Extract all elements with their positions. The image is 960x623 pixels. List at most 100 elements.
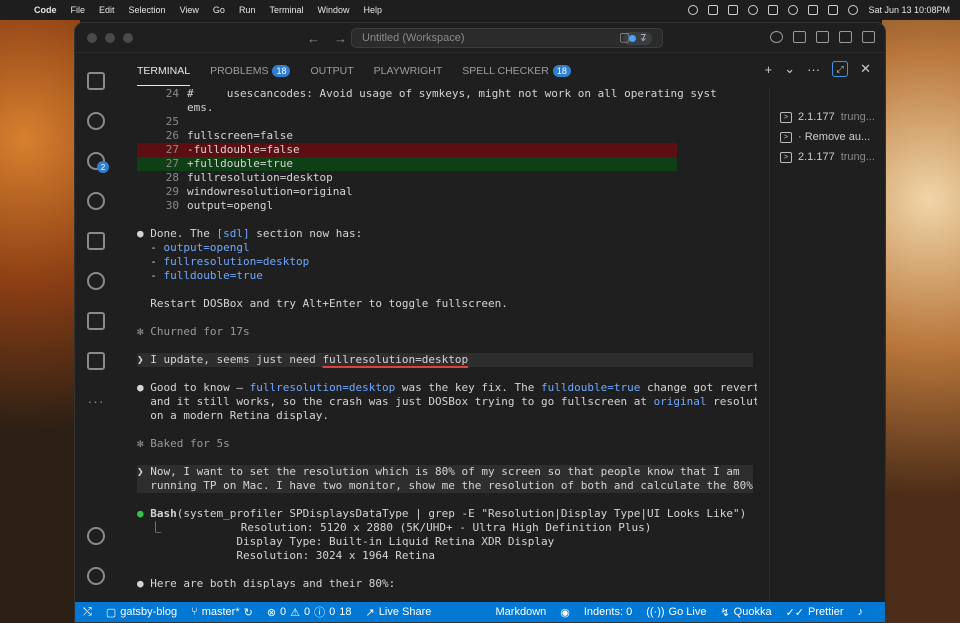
status-go-live[interactable]: ((·)) Go Live	[646, 606, 706, 618]
message-text: Restart DOSBox and try Alt+Enter to togg…	[137, 297, 508, 310]
remote-explorer-button[interactable]	[75, 221, 117, 261]
play-icon[interactable]	[788, 5, 799, 15]
menu-go[interactable]: Go	[213, 5, 225, 15]
chevron-down-icon[interactable]: ⌄	[638, 30, 648, 44]
menu-help[interactable]: Help	[363, 5, 382, 15]
terminal-subtitle: trung...	[840, 111, 875, 123]
menu-edit[interactable]: Edit	[99, 5, 115, 15]
toggle-layout-icon[interactable]	[793, 31, 806, 43]
highlight-text: fullresolution=desktop	[163, 255, 310, 268]
run-debug-button[interactable]	[75, 341, 117, 381]
github-button[interactable]	[75, 181, 117, 221]
sync-icon: ↻	[243, 606, 253, 619]
menu-file[interactable]: File	[71, 5, 86, 15]
account-pie-icon[interactable]	[770, 31, 783, 43]
tab-terminal[interactable]: TERMINAL	[137, 55, 191, 86]
status-folder[interactable]: ▢ gatsby-blog	[106, 606, 177, 619]
terminal-icon: >	[780, 131, 792, 143]
terminal-output[interactable]: 24 # usescancodes: Avoid usage of symkeys…	[137, 87, 757, 602]
extensions-button[interactable]	[75, 301, 117, 341]
status-quokka[interactable]: ↯ Quokka	[720, 606, 771, 619]
battery-icon[interactable]	[828, 5, 839, 15]
remote-indicator-icon[interactable]: ⤭	[83, 606, 92, 619]
status-problems[interactable]: ⊗ 0 ⚠ 0 ⓘ 0 18	[267, 604, 352, 620]
close-panel-icon[interactable]: ✕	[860, 61, 871, 77]
terminal-instance[interactable]: > 2.1.177 trung...	[770, 107, 885, 127]
bluetooth-icon[interactable]	[808, 5, 819, 15]
command-center-search[interactable]: Untitled (Workspace) 7	[351, 28, 663, 48]
accounts-button[interactable]	[75, 516, 117, 556]
menu-terminal[interactable]: Terminal	[269, 5, 303, 15]
more-actions-icon[interactable]: ···	[807, 62, 820, 77]
quokka-icon: ↯	[720, 606, 730, 619]
spell-checker-badge: 18	[552, 65, 571, 77]
new-terminal-icon[interactable]: +	[765, 62, 773, 77]
diff-deleted-line: 27 -fulldouble=false	[137, 143, 677, 157]
git-graph-button[interactable]	[75, 261, 117, 301]
line-number: 27	[165, 143, 179, 156]
terminal-instance[interactable]: > · Remove au...	[770, 127, 885, 147]
menubar-clock[interactable]: Sat Jun 13 10:08PM	[868, 5, 950, 15]
terminal-subtitle: trung...	[840, 151, 875, 163]
source-control-button[interactable]: 2	[75, 141, 117, 181]
status-prettier[interactable]: ✓✓ Prettier	[786, 606, 844, 619]
toggle-panel-icon[interactable]	[839, 31, 852, 43]
code-line: ems.	[187, 101, 214, 114]
line-number: 24	[165, 87, 179, 100]
status-copilot[interactable]: ◉	[560, 606, 570, 619]
search-button[interactable]	[75, 101, 117, 141]
menu-view[interactable]: View	[180, 5, 199, 15]
terminal-instance[interactable]: > 2.1.177 trung...	[770, 147, 885, 167]
notifications-bell[interactable]: ♪	[858, 606, 864, 618]
macos-menubar: Code File Edit Selection View Go Run Ter…	[0, 0, 960, 20]
audio-icon[interactable]	[688, 5, 699, 15]
live-share-label: Live Share	[378, 606, 432, 618]
menu-run[interactable]: Run	[239, 5, 256, 15]
status-branch[interactable]: ⑂ master* ↻	[191, 606, 253, 619]
chat-icon[interactable]: ▢	[619, 30, 630, 44]
tool-name: Bash	[150, 507, 177, 520]
explorer-button[interactable]	[75, 61, 117, 101]
tab-playwright[interactable]: PLAYWRIGHT	[374, 55, 443, 85]
window-icon[interactable]	[728, 5, 739, 15]
toggle-secondary-sidebar-icon[interactable]	[862, 31, 875, 43]
error-icon: ⊗	[266, 606, 277, 619]
back-arrow-icon[interactable]: ←	[307, 31, 320, 46]
user-prompt: running TP on Mac. I have two monitor, s…	[137, 479, 753, 493]
info-count: 0	[329, 606, 336, 618]
forward-arrow-icon[interactable]: →	[334, 31, 347, 46]
menu-selection[interactable]: Selection	[129, 5, 166, 15]
more-views-button[interactable]: ···	[75, 381, 117, 421]
line-number: 30	[165, 199, 179, 212]
live-share-icon: ↗	[365, 606, 375, 619]
broadcast-icon: ((·))	[646, 606, 665, 618]
menu-app-name[interactable]: Code	[34, 5, 57, 15]
status-language[interactable]: Markdown	[496, 606, 547, 618]
window-controls	[87, 32, 133, 43]
toggle-sidebar-icon[interactable]	[816, 31, 829, 43]
message-text: on a modern Retina display.	[137, 409, 330, 422]
record-icon[interactable]	[708, 5, 719, 15]
terminal-dropdown-icon[interactable]: ⌄	[784, 61, 795, 77]
tool-command: (system_profiler SPDisplaysDataType | gr…	[176, 507, 747, 520]
menu-window[interactable]: Window	[317, 5, 349, 15]
workspace-title: Untitled (Workspace)	[362, 32, 465, 44]
tab-spell-checker[interactable]: SPELL CHECKER 18	[462, 55, 571, 85]
zoom-window-button[interactable]	[123, 32, 133, 43]
files-icon	[87, 72, 105, 90]
tab-output[interactable]: OUTPUT	[310, 55, 353, 85]
wifi-icon[interactable]	[768, 5, 779, 15]
status-live-share[interactable]: ↗ Live Share	[366, 606, 432, 619]
user-icon[interactable]	[748, 5, 759, 15]
manage-button[interactable]	[75, 556, 117, 596]
control-center-icon[interactable]	[848, 5, 859, 15]
maximize-panel-icon[interactable]: ⤢	[832, 61, 849, 77]
timing-text: ✻ Churned for 17s	[137, 325, 250, 338]
tab-problems[interactable]: PROBLEMS 18	[210, 55, 291, 85]
close-window-button[interactable]	[87, 32, 97, 43]
quokka-label: Quokka	[733, 606, 772, 618]
account-icon	[87, 527, 105, 545]
minimize-window-button[interactable]	[105, 32, 115, 43]
message-text: ● Done. The	[137, 227, 217, 240]
status-indents[interactable]: Indents: 0	[584, 606, 632, 618]
